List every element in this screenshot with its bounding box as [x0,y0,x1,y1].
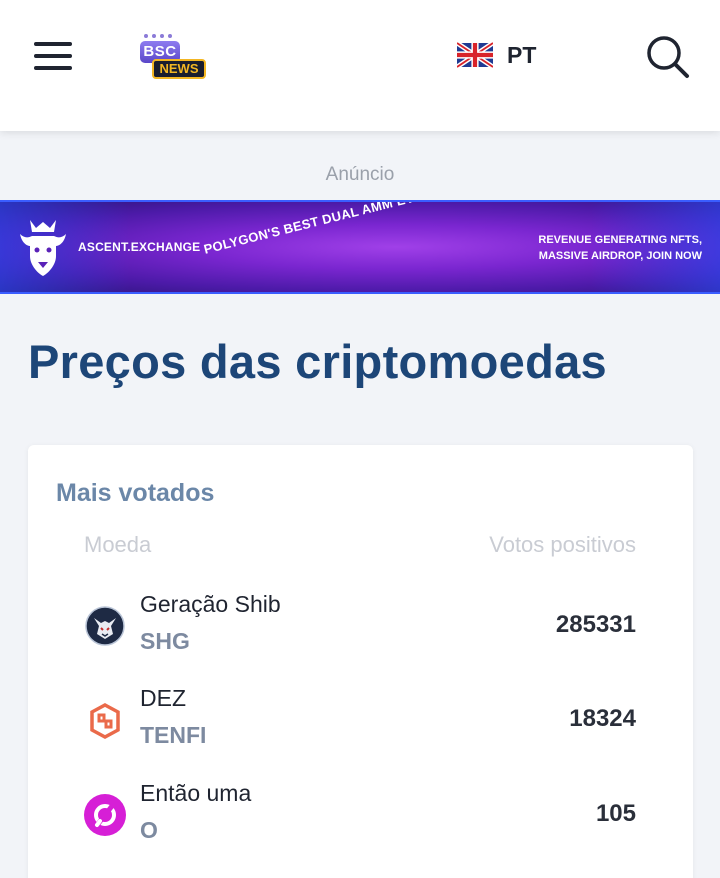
coin-symbol: TENFI [140,722,207,748]
column-header-coin: Moeda [84,532,152,557]
coin-name: Então uma [140,780,252,806]
bull-logo-icon [20,220,66,276]
site-header: BSC NEWS PT [0,0,720,131]
coin-votes: 18324 [569,705,636,732]
banner-promo: REVENUE GENERATING NFTS, MASSIVE AIRDROP… [538,232,702,264]
coin-row-shg[interactable]: Geração Shib SHG 285331 [28,591,693,671]
language-selector[interactable]: PT [457,40,536,70]
language-code: PT [507,41,537,68]
shib-wolf-icon [85,606,125,646]
column-header-votes: Votos positivos [489,532,636,557]
banner-promo-line1: REVENUE GENERATING NFTS, [538,234,702,246]
bsc-news-logo[interactable]: BSC NEWS [138,34,208,82]
uk-flag-icon [457,41,493,69]
ad-label: Anúncio [325,164,395,185]
coin-symbol: SHG [140,628,190,654]
top-voted-card: Mais votados Moeda Votos positivos Geraç… [28,445,693,878]
search-icon[interactable] [645,34,691,80]
coin-name: Geração Shib [140,591,281,617]
top-voted-title: Mais votados [56,479,215,507]
tenfi-hexagon-icon [90,703,120,739]
coin-votes: 285331 [555,611,636,638]
coin-row-tenfi[interactable]: DEZ TENFI 18324 [28,685,693,765]
coin-name: DEZ [140,685,186,711]
coin-row-o[interactable]: Então uma O 105 [28,780,693,860]
o-coin-icon [84,794,126,836]
ad-banner[interactable]: ASCENT.EXCHANGE POLYGON'S BEST DUAL AMM … [0,200,720,294]
coin-symbol: O [140,817,158,843]
hamburger-menu-icon[interactable] [34,42,74,70]
coin-votes: 105 [595,800,636,827]
logo-dots [144,34,172,38]
logo-news-text: NEWS [152,59,206,79]
page-title: Preços das criptomoedas [28,335,607,388]
banner-brand: ASCENT.EXCHANGE [78,240,201,254]
banner-promo-line2: MASSIVE AIRDROP, JOIN NOW [538,250,702,262]
